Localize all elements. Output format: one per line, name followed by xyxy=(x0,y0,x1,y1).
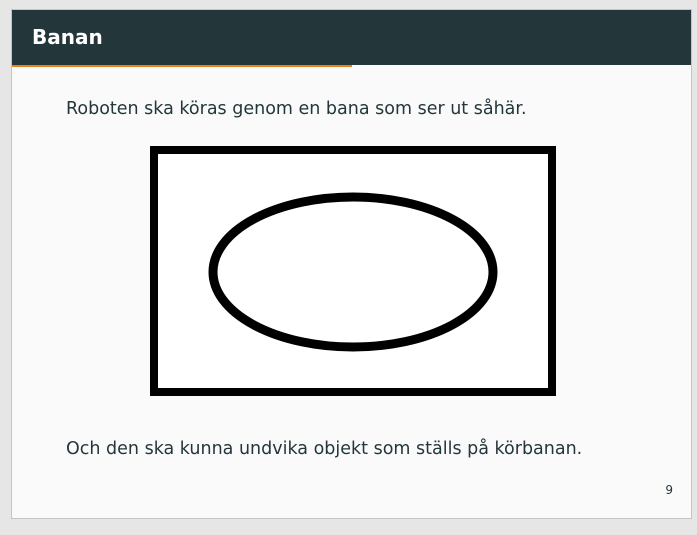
slide-title: Banan xyxy=(32,25,103,49)
page-number: 9 xyxy=(665,483,673,497)
slide: Banan Roboten ska köras genom en bana so… xyxy=(11,9,692,519)
track-diagram xyxy=(150,146,556,396)
obstacle-text: Och den ska kunna undvika objekt som stä… xyxy=(66,439,583,459)
track-inner-ellipse xyxy=(208,192,498,352)
intro-text: Roboten ska köras genom en bana som ser … xyxy=(66,99,527,119)
slide-title-bar: Banan xyxy=(12,10,691,65)
progress-bar xyxy=(12,65,352,67)
